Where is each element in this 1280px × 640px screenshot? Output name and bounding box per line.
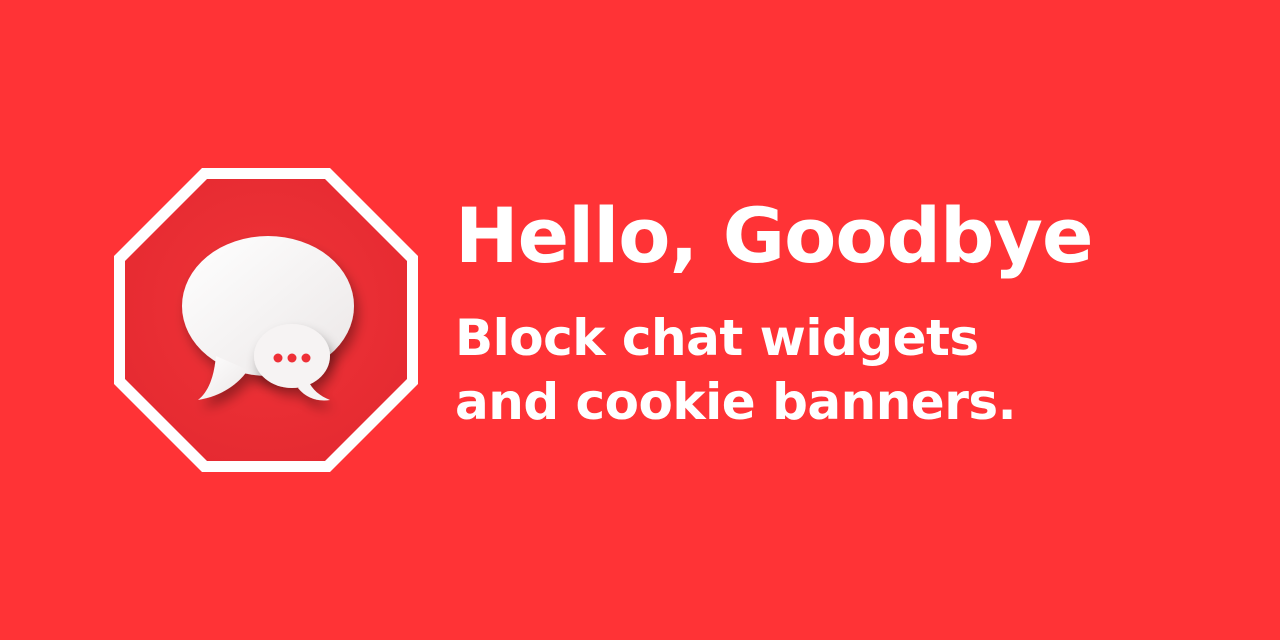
promo-banner: Hello, Goodbye Block chat widgets and co… (0, 0, 1280, 640)
typing-dot (273, 353, 283, 363)
tagline-line-2: and cookie banners. (455, 373, 1017, 431)
tagline-line-1: Block chat widgets (455, 309, 979, 367)
headline: Hello, Goodbye (455, 191, 1093, 280)
tagline: Block chat widgets and cookie banners. (455, 306, 1093, 434)
typing-dot (287, 353, 297, 363)
stop-sign-chat-icon (112, 166, 420, 474)
banner-text: Hello, Goodbye Block chat widgets and co… (455, 188, 1093, 434)
typing-dot (301, 353, 311, 363)
